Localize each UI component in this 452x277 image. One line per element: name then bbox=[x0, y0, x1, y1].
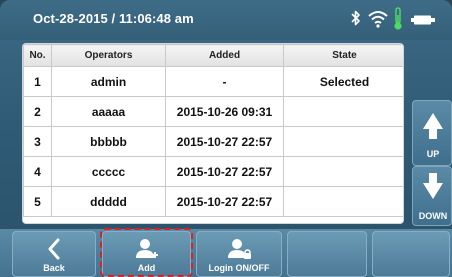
chevron-left-icon bbox=[46, 237, 62, 266]
operators-table-panel: No. Operators Added State 1 admin - Sele… bbox=[22, 43, 404, 224]
operator-state bbox=[283, 156, 403, 187]
add-button-highlight bbox=[100, 228, 193, 277]
back-button[interactable]: Back bbox=[12, 231, 96, 277]
user-lock-icon bbox=[226, 237, 252, 266]
operator-state: Selected bbox=[283, 66, 403, 97]
login-toggle-button[interactable]: Login ON/OFF bbox=[196, 231, 282, 277]
battery-icon bbox=[410, 13, 436, 31]
operator-state bbox=[283, 126, 403, 157]
datetime-display: Oct-28-2015 / 11:06:48 am bbox=[33, 11, 194, 26]
row-number: 4 bbox=[23, 156, 52, 187]
added-date: 2015-10-27 22:57 bbox=[165, 186, 284, 217]
scroll-up-label: UP bbox=[426, 149, 440, 159]
added-date: 2015-10-27 22:57 bbox=[165, 126, 284, 157]
table-row[interactable]: 1 admin - Selected bbox=[23, 66, 403, 97]
status-bar: Oct-28-2015 / 11:06:48 am bbox=[0, 0, 452, 40]
column-header-added: Added bbox=[165, 44, 284, 67]
operator-state bbox=[283, 186, 403, 217]
added-date: - bbox=[165, 66, 284, 97]
wifi-icon bbox=[368, 10, 388, 33]
scroll-down-label: DOWN bbox=[418, 211, 448, 221]
operator-name: bbbbb bbox=[51, 126, 166, 157]
table-row[interactable]: 4 ccccc 2015-10-27 22:57 bbox=[23, 156, 403, 187]
table-header-row: No. Operators Added State bbox=[23, 44, 403, 67]
empty-toolbar-slot-2 bbox=[372, 231, 450, 277]
column-header-operators: Operators bbox=[51, 44, 166, 67]
table-row[interactable]: 2 aaaaa 2015-10-26 09:31 bbox=[23, 96, 403, 127]
login-toggle-label: Login ON/OFF bbox=[208, 263, 270, 273]
table-row[interactable]: 5 ddddd 2015-10-27 22:57 bbox=[23, 186, 403, 217]
arrow-down-icon bbox=[423, 173, 443, 199]
operator-name: aaaaa bbox=[51, 96, 166, 127]
row-number: 5 bbox=[23, 186, 52, 217]
empty-toolbar-slot-1 bbox=[287, 231, 367, 277]
table-row[interactable]: 3 bbbbb 2015-10-27 22:57 bbox=[23, 126, 403, 157]
back-label: Back bbox=[43, 263, 65, 273]
scroll-up-button[interactable]: UP bbox=[412, 100, 452, 166]
bluetooth-icon bbox=[350, 8, 362, 33]
row-number: 3 bbox=[23, 126, 52, 157]
added-date: 2015-10-26 09:31 bbox=[165, 96, 284, 127]
column-header-no: No. bbox=[23, 44, 52, 67]
thermometer-icon bbox=[393, 7, 403, 36]
scroll-down-button[interactable]: DOWN bbox=[412, 166, 452, 226]
operators-table: No. Operators Added State 1 admin - Sele… bbox=[23, 44, 403, 217]
operator-name: ccccc bbox=[51, 156, 166, 187]
arrow-up-icon bbox=[423, 113, 443, 139]
added-date: 2015-10-27 22:57 bbox=[165, 156, 284, 187]
operator-name: ddddd bbox=[51, 186, 166, 217]
operator-name: admin bbox=[51, 66, 166, 97]
row-number: 1 bbox=[23, 66, 52, 97]
column-header-state: State bbox=[283, 44, 403, 67]
row-number: 2 bbox=[23, 96, 52, 127]
operator-state bbox=[283, 96, 403, 127]
device-screen: Oct-28-2015 / 11:06:48 am No. Operators … bbox=[0, 0, 452, 277]
